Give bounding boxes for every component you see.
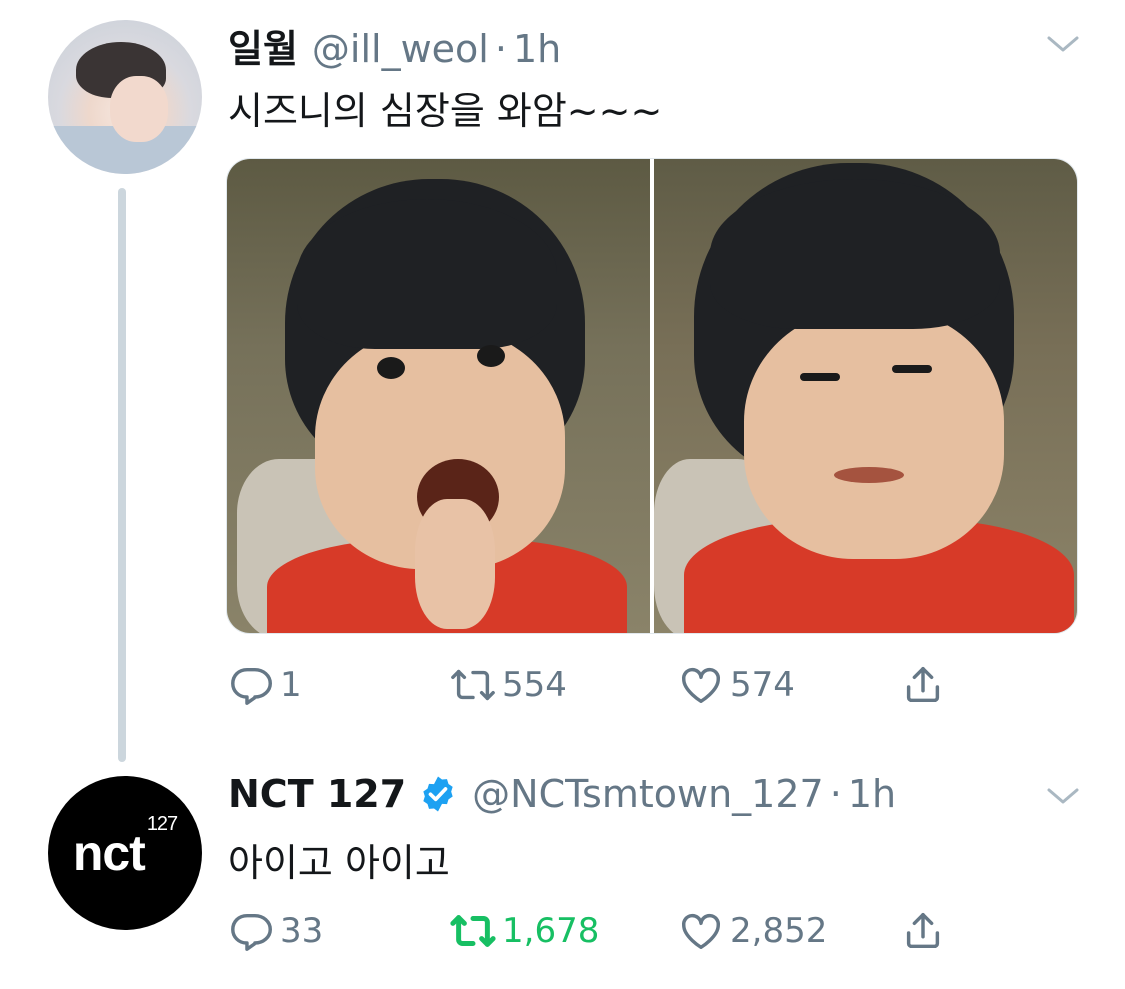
avatar[interactable]: [48, 20, 202, 174]
share-button[interactable]: [900, 660, 946, 710]
tweet-actions: 1 554 574: [228, 660, 988, 710]
reply-button[interactable]: 1: [228, 660, 302, 710]
display-name[interactable]: NCT 127: [228, 772, 406, 816]
tweet-text: 아이고 아이고: [228, 841, 450, 885]
separator-dot: ·: [494, 27, 507, 71]
retweet-icon: [451, 669, 495, 701]
share-icon: [906, 666, 940, 703]
like-count: 2,852: [730, 911, 828, 951]
like-button[interactable]: 2,852: [678, 906, 827, 956]
reply-button[interactable]: 33: [228, 906, 323, 956]
reply-icon: [231, 667, 272, 705]
timestamp[interactable]: 1h: [513, 27, 561, 71]
heart-icon: [682, 913, 720, 950]
avatar[interactable]: nct127: [48, 776, 202, 930]
tweet-photo-1[interactable]: [227, 159, 650, 633]
tweet-media[interactable]: [226, 158, 1078, 634]
tweet-header: 일월 @ill_weol · 1h: [228, 18, 561, 73]
reply-icon: [231, 913, 272, 951]
tweet-text: 시즈니의 심장을 와암~~~: [228, 89, 663, 133]
tweet-ill-weol[interactable]: 일월 @ill_weol · 1h 시즈니의 심장을 와암~~~ 1 554 5…: [0, 0, 1125, 760]
tweet-header: NCT 127 @NCTsmtown_127 · 1h: [228, 772, 896, 816]
separator-dot: ·: [829, 772, 842, 816]
tweet-actions: 33 1,678 2,852: [228, 906, 988, 956]
share-button[interactable]: [900, 906, 946, 956]
nct-logo: nct127: [72, 813, 178, 881]
like-count: 574: [730, 665, 795, 705]
verified-badge-icon: [423, 776, 453, 812]
reply-count: 1: [280, 665, 302, 705]
chevron-down-icon[interactable]: [1046, 786, 1080, 806]
retweet-count: 1,678: [502, 911, 600, 951]
user-handle[interactable]: @NCTsmtown_127: [472, 772, 824, 816]
retweet-icon: [450, 915, 496, 947]
user-handle[interactable]: @ill_weol: [312, 27, 489, 71]
timestamp[interactable]: 1h: [848, 772, 896, 816]
share-icon: [906, 912, 940, 949]
retweet-button[interactable]: 1,678: [450, 906, 599, 956]
chevron-down-icon[interactable]: [1046, 34, 1080, 54]
retweet-button[interactable]: 554: [450, 660, 567, 710]
like-button[interactable]: 574: [678, 660, 795, 710]
reply-count: 33: [280, 911, 324, 951]
heart-icon: [682, 667, 720, 704]
retweet-count: 554: [502, 665, 567, 705]
display-name[interactable]: 일월: [228, 18, 298, 73]
tweet-photo-2[interactable]: [654, 159, 1077, 633]
